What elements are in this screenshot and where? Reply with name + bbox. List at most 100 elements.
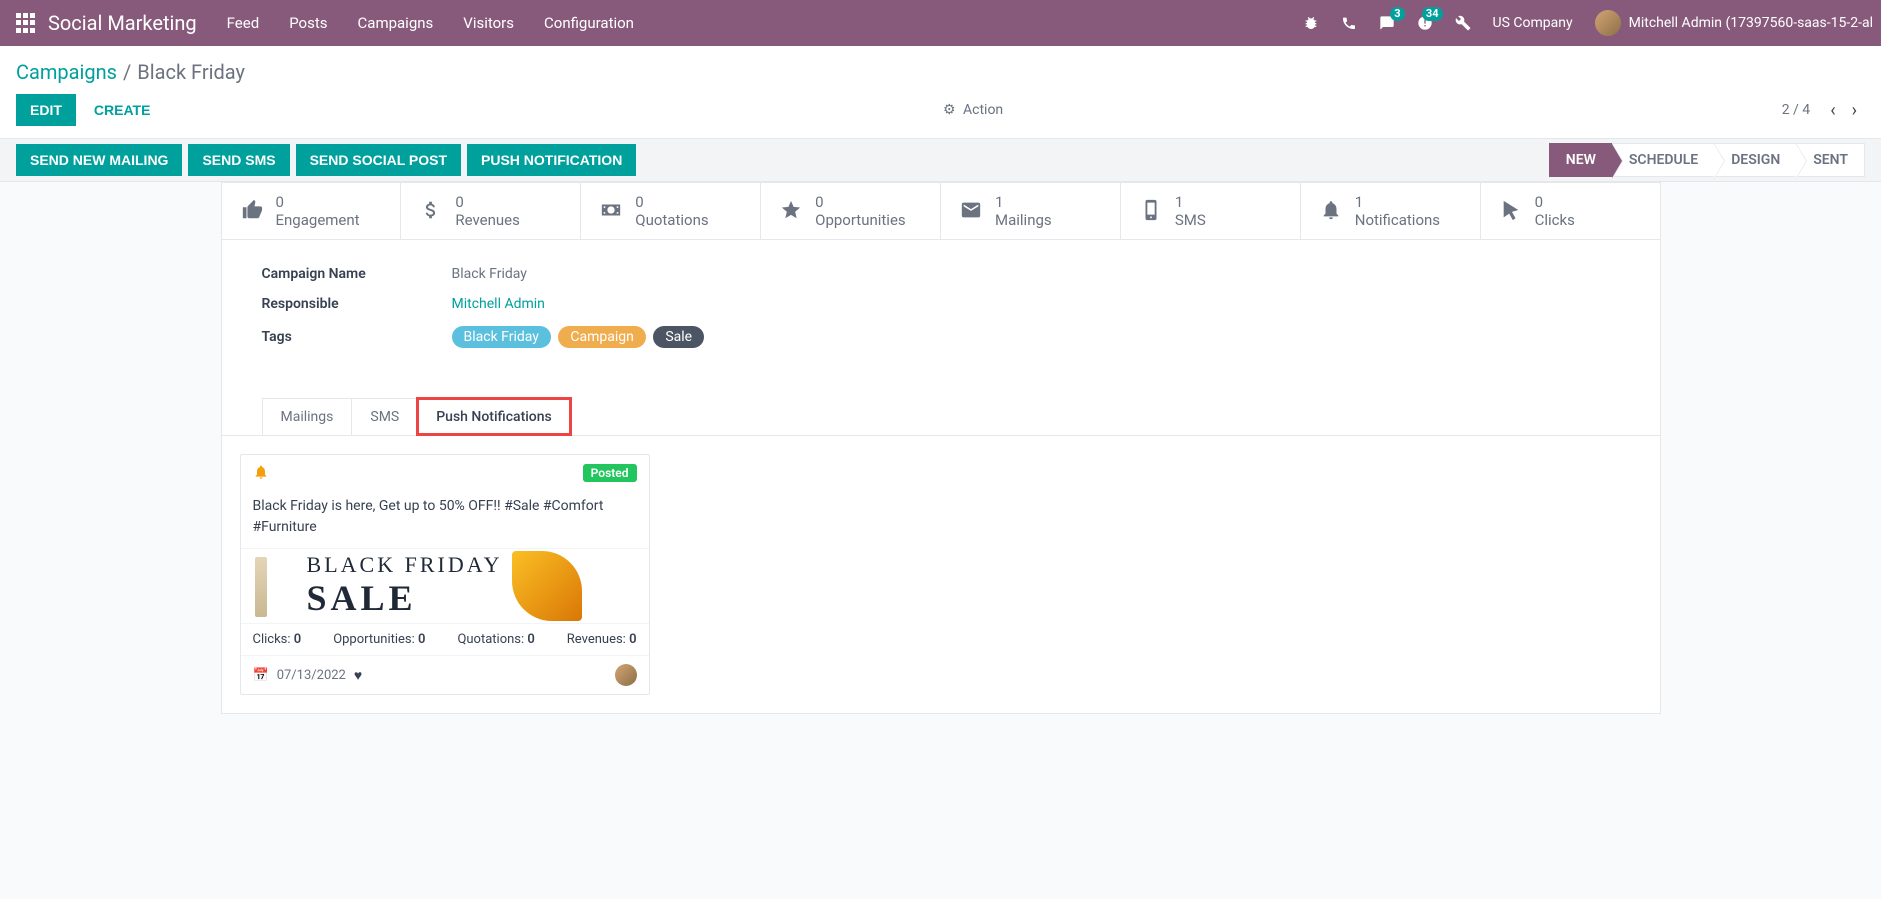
img-line2: SALE xyxy=(307,577,503,619)
tags-label: Tags xyxy=(262,329,452,345)
stat-label: Mailings xyxy=(995,211,1052,229)
send-mailing-button[interactable]: SEND NEW MAILING xyxy=(16,144,182,176)
stat-quotations[interactable]: 0Quotations xyxy=(581,183,761,239)
campaign-name-label: Campaign Name xyxy=(262,266,452,282)
card-stats: Clicks: 0 Opportunities: 0 Quotations: 0… xyxy=(241,624,649,656)
breadcrumb-campaigns[interactable]: Campaigns xyxy=(16,60,117,84)
tab-sms[interactable]: SMS xyxy=(351,398,418,435)
clicks-label: Clicks: xyxy=(253,632,291,647)
stat-value: 0 xyxy=(635,193,708,211)
tab-mailings[interactable]: Mailings xyxy=(262,398,353,435)
dollar-icon xyxy=(417,199,445,224)
push-notification-button[interactable]: PUSH NOTIFICATION xyxy=(467,144,636,176)
control-row: EDIT CREATE ⚙ Action 2 / 4 ‹ › xyxy=(0,90,1881,138)
stat-engagement[interactable]: 0Engagement xyxy=(222,183,402,239)
heart-icon[interactable]: ♥ xyxy=(354,667,362,684)
stat-label: SMS xyxy=(1175,211,1206,229)
stat-label: Notifications xyxy=(1355,211,1440,229)
stat-buttons: 0Engagement 0Revenues 0Quotations 0Oppor… xyxy=(222,183,1660,240)
push-notification-card[interactable]: Posted Black Friday is here, Get up to 5… xyxy=(240,454,650,695)
pager-next[interactable]: › xyxy=(1844,96,1865,125)
stat-label: Engagement xyxy=(276,211,360,229)
field-responsible: Responsible Mitchell Admin xyxy=(262,296,1620,312)
stat-sms[interactable]: 1SMS xyxy=(1121,183,1301,239)
img-line1: BLACK FRIDAY xyxy=(307,553,503,577)
nav-visitors[interactable]: Visitors xyxy=(463,14,514,32)
nav-campaigns[interactable]: Campaigns xyxy=(358,14,434,32)
gear-icon: ⚙ xyxy=(943,102,956,118)
mobile-icon xyxy=(1137,199,1165,224)
nav-configuration[interactable]: Configuration xyxy=(544,14,634,32)
card-image: BLACK FRIDAY SALE xyxy=(241,548,649,624)
stat-label: Quotations xyxy=(635,211,708,229)
field-campaign-name: Campaign Name Black Friday xyxy=(262,266,1620,282)
user-avatar xyxy=(1595,10,1621,36)
tag-campaign[interactable]: Campaign xyxy=(558,326,645,348)
stat-label: Clicks xyxy=(1535,211,1575,229)
stage-new[interactable]: NEW xyxy=(1549,143,1613,177)
app-brand[interactable]: Social Marketing xyxy=(48,11,197,35)
opps-val: 0 xyxy=(418,632,425,647)
tags-value: Black Friday Campaign Sale xyxy=(452,326,709,348)
create-button[interactable]: CREATE xyxy=(80,94,165,126)
envelope-icon xyxy=(957,199,985,224)
star-icon xyxy=(777,199,805,224)
send-social-button[interactable]: SEND SOCIAL POST xyxy=(296,144,461,176)
tag-sale[interactable]: Sale xyxy=(653,326,704,348)
stat-notifications[interactable]: 1Notifications xyxy=(1301,183,1481,239)
status-badge: Posted xyxy=(583,464,637,482)
button-bar: SEND NEW MAILING SEND SMS SEND SOCIAL PO… xyxy=(0,138,1881,182)
calendar-icon: 📅 xyxy=(253,668,269,683)
bell-icon xyxy=(253,463,269,482)
activities-icon[interactable]: 34 xyxy=(1417,15,1433,31)
stat-label: Opportunities xyxy=(815,211,906,229)
stat-value: 0 xyxy=(455,193,519,211)
breadcrumb-current: Black Friday xyxy=(137,60,245,84)
thumbs-up-icon xyxy=(238,199,266,224)
company-switcher[interactable]: US Company xyxy=(1493,15,1573,31)
nav-feed[interactable]: Feed xyxy=(227,14,260,32)
card-avatar xyxy=(615,664,637,686)
field-tags: Tags Black Friday Campaign Sale xyxy=(262,326,1620,348)
stat-opportunities[interactable]: 0Opportunities xyxy=(761,183,941,239)
tools-icon[interactable] xyxy=(1455,15,1471,31)
messages-icon[interactable]: 3 xyxy=(1379,15,1395,31)
stat-clicks[interactable]: 0Clicks xyxy=(1481,183,1660,239)
stat-mailings[interactable]: 1Mailings xyxy=(941,183,1121,239)
campaign-name-value: Black Friday xyxy=(452,266,527,282)
stage-design[interactable]: DESIGN xyxy=(1714,143,1797,177)
responsible-label: Responsible xyxy=(262,296,452,312)
user-menu[interactable]: Mitchell Admin (17397560-saas-15-2-al xyxy=(1595,10,1873,36)
quot-label: Quotations: xyxy=(457,632,524,647)
pager-label[interactable]: 2 / 4 xyxy=(1782,102,1810,118)
send-sms-button[interactable]: SEND SMS xyxy=(188,144,289,176)
bell-icon xyxy=(1317,199,1345,224)
card-footer: 📅 07/13/2022 ♥ xyxy=(241,656,649,694)
responsible-value[interactable]: Mitchell Admin xyxy=(452,296,545,312)
cursor-icon xyxy=(1497,199,1525,224)
opps-label: Opportunities: xyxy=(333,632,415,647)
breadcrumb-sep: / xyxy=(123,60,131,84)
bug-icon[interactable] xyxy=(1303,15,1319,31)
stat-value: 0 xyxy=(1535,193,1575,211)
tag-black-friday[interactable]: Black Friday xyxy=(452,326,551,348)
pager-prev[interactable]: ‹ xyxy=(1822,96,1843,125)
phone-icon[interactable] xyxy=(1341,15,1357,31)
nav-posts[interactable]: Posts xyxy=(289,14,327,32)
tab-push-notifications[interactable]: Push Notifications xyxy=(417,398,571,435)
quot-val: 0 xyxy=(527,632,534,647)
rev-label: Revenues: xyxy=(567,632,626,647)
status-bar: NEW SCHEDULE DESIGN SENT xyxy=(1550,143,1865,177)
action-dropdown[interactable]: Action xyxy=(963,102,1003,118)
form-sheet: 0Engagement 0Revenues 0Quotations 0Oppor… xyxy=(221,182,1661,714)
stat-value: 1 xyxy=(1355,193,1440,211)
notebook-tabs: Mailings SMS Push Notifications xyxy=(262,398,1660,435)
stat-value: 1 xyxy=(1175,193,1206,211)
stat-revenues[interactable]: 0Revenues xyxy=(401,183,581,239)
edit-button[interactable]: EDIT xyxy=(16,94,76,126)
stage-schedule[interactable]: SCHEDULE xyxy=(1612,143,1715,177)
username-label: Mitchell Admin (17397560-saas-15-2-al xyxy=(1629,15,1873,31)
tab-content: Posted Black Friday is here, Get up to 5… xyxy=(222,436,1660,713)
card-date: 07/13/2022 xyxy=(277,668,346,683)
apps-menu-icon[interactable] xyxy=(14,11,38,35)
